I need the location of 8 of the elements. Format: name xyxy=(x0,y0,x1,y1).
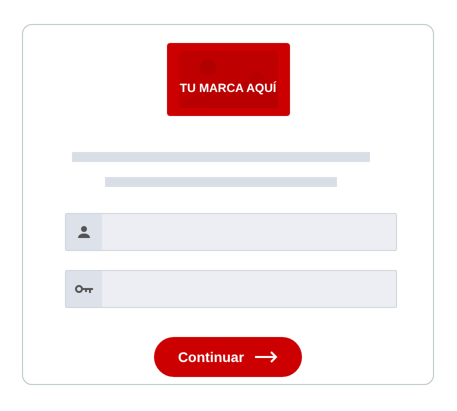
arrow-right-icon xyxy=(254,351,278,363)
password-field[interactable] xyxy=(65,270,397,308)
username-field[interactable] xyxy=(65,213,397,251)
continue-button[interactable]: Continuar xyxy=(154,337,302,377)
user-icon xyxy=(78,226,90,238)
image-placeholder-icon xyxy=(178,51,278,108)
logo-text: TU MARCA AQUÍ xyxy=(178,81,278,95)
key-icon xyxy=(75,285,93,293)
